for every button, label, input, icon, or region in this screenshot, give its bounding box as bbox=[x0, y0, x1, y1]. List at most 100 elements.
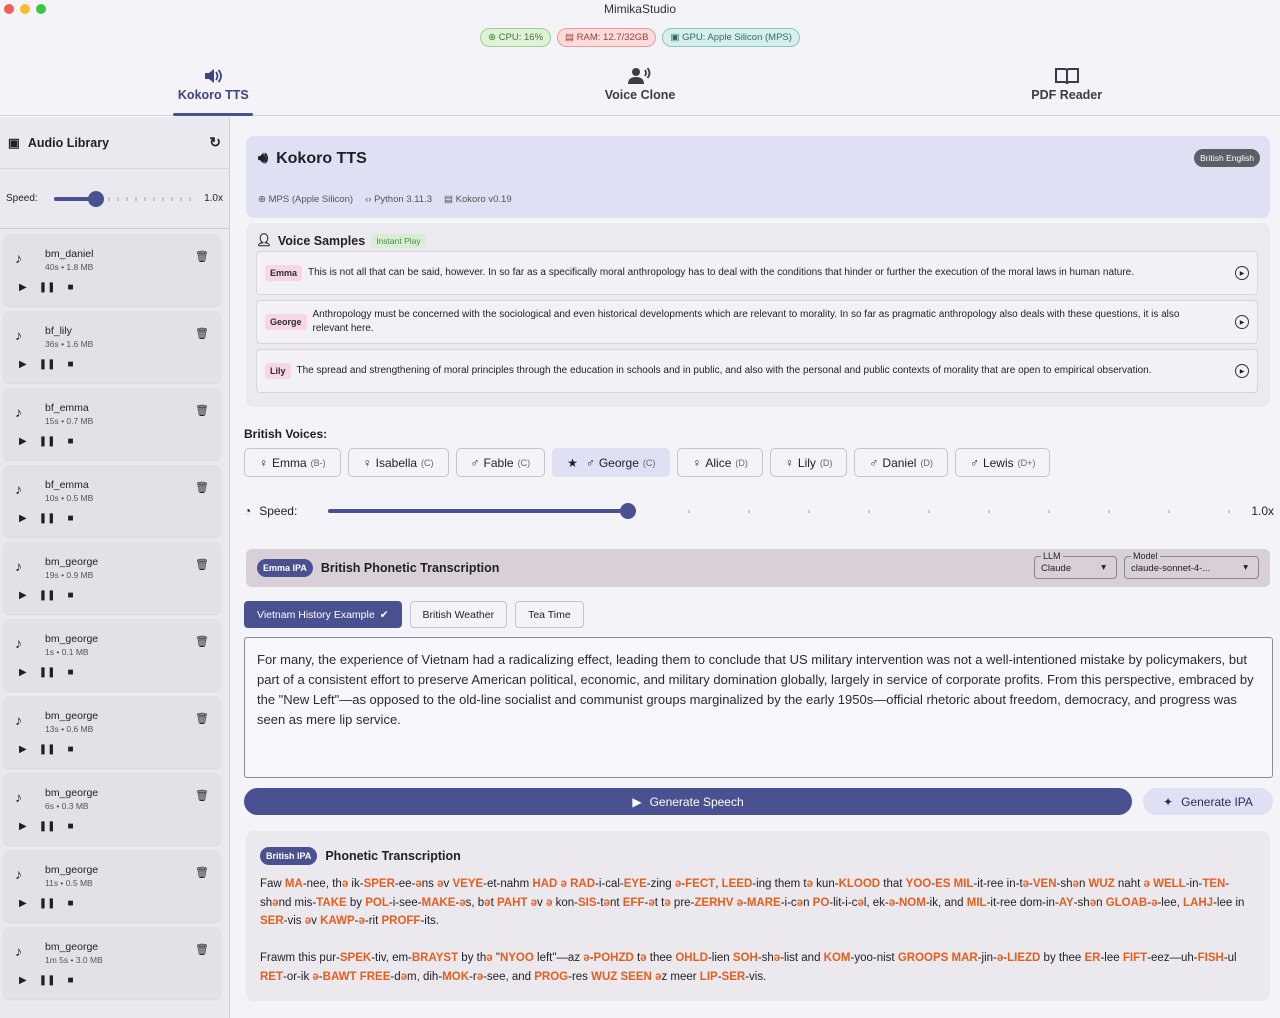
pause-icon[interactable]: ❚❚ bbox=[39, 436, 56, 447]
voice-button-lewis[interactable]: ♂ Lewis (D+) bbox=[954, 448, 1051, 477]
speed-slider-knob[interactable] bbox=[620, 503, 636, 519]
example-tab[interactable]: Vietnam History Example ✔ bbox=[244, 601, 402, 628]
pause-icon[interactable]: ❚❚ bbox=[39, 359, 56, 370]
sample-text: This is not all that can be said, howeve… bbox=[308, 267, 1135, 278]
library-item[interactable]: ♪ bm_george 11s • 0.5 MB 🗑︎ ▶ ❚❚ ■ bbox=[3, 850, 221, 922]
voice-button-fable[interactable]: ♂ Fable (C) bbox=[455, 448, 546, 477]
trash-icon[interactable]: 🗑︎ bbox=[195, 481, 209, 494]
library-item[interactable]: ♪ bm_george 1s • 0.1 MB 🗑︎ ▶ ❚❚ ■ bbox=[3, 619, 221, 691]
main-panel: 🔊︎ Kokoro TTS ⊕ MPS (Apple Silicon) ‹› Py… bbox=[231, 117, 1280, 1018]
input-text-area[interactable]: For many, the experience of Vietnam had … bbox=[244, 637, 1273, 778]
pause-icon[interactable]: ❚❚ bbox=[39, 667, 56, 678]
play-icon[interactable]: ▶ bbox=[19, 821, 27, 832]
refresh-icon[interactable]: ↻ bbox=[209, 134, 221, 151]
voice-name: Emma bbox=[272, 455, 307, 470]
music-note-icon: ♪ bbox=[15, 558, 22, 574]
pause-icon[interactable]: ❚❚ bbox=[39, 590, 56, 601]
library-item[interactable]: ♪ bm_daniel 40s • 1.8 MB 🗑︎ ▶ ❚❚ ■ bbox=[3, 234, 221, 306]
generate-ipa-button[interactable]: ✦ Generate IPA bbox=[1143, 788, 1273, 815]
gender-icon: ♀ bbox=[259, 455, 268, 470]
stop-icon[interactable]: ■ bbox=[67, 436, 73, 447]
example-tab[interactable]: Tea Time bbox=[515, 601, 584, 628]
trash-icon[interactable]: 🗑︎ bbox=[195, 327, 209, 340]
llm-dropdown[interactable]: LLM Claude ▾ bbox=[1034, 551, 1117, 579]
voice-sample-row: Lily The spread and strengthening of mora… bbox=[256, 349, 1258, 393]
voice-name: Daniel bbox=[882, 455, 917, 470]
zoom-window-button[interactable] bbox=[36, 4, 46, 14]
play-icon[interactable]: ▶ bbox=[19, 667, 27, 678]
library-item[interactable]: ♪ bm_george 6s • 0.3 MB 🗑︎ ▶ ❚❚ ■ bbox=[3, 773, 221, 845]
play-icon[interactable]: ▶ bbox=[19, 975, 27, 986]
close-window-button[interactable] bbox=[4, 4, 14, 14]
library-item[interactable]: ♪ bm_george 13s • 0.6 MB 🗑︎ ▶ ❚❚ ■ bbox=[3, 696, 221, 768]
voice-grade: (B-) bbox=[310, 457, 326, 468]
trash-icon[interactable]: 🗑︎ bbox=[195, 250, 209, 263]
speaker-badge: Lily bbox=[265, 363, 291, 379]
voice-button-alice[interactable]: ♀ Alice (D) bbox=[677, 448, 763, 477]
stop-icon[interactable]: ■ bbox=[67, 975, 73, 986]
tab-pdf-reader[interactable]: PDF Reader bbox=[853, 56, 1280, 115]
stop-icon[interactable]: ■ bbox=[67, 282, 73, 293]
trash-icon[interactable]: 🗑︎ bbox=[195, 789, 209, 802]
example-tab[interactable]: British Weather bbox=[409, 601, 508, 628]
voice-name: Lewis bbox=[982, 455, 1014, 470]
pause-icon[interactable]: ❚❚ bbox=[39, 975, 56, 986]
stop-icon[interactable]: ■ bbox=[67, 667, 73, 678]
model-dropdown[interactable]: Model claude-sonnet-4-... ▾ bbox=[1124, 551, 1259, 579]
stop-icon[interactable]: ■ bbox=[67, 821, 73, 832]
ipa-voice-pill: Emma IPA bbox=[257, 559, 313, 577]
voice-user-icon: 👤︎ bbox=[256, 233, 272, 247]
voice-sample-row: Emma This is not all that can be said, ho… bbox=[256, 251, 1258, 295]
library-item[interactable]: ♪ bf_emma 10s • 0.5 MB 🗑︎ ▶ ❚❚ ■ bbox=[3, 465, 221, 537]
library-item[interactable]: ♪ bm_george 19s • 0.9 MB 🗑︎ ▶ ❚❚ ■ bbox=[3, 542, 221, 614]
speaker-badge: George bbox=[265, 314, 307, 330]
library-speed-value: 1.0x bbox=[204, 193, 223, 204]
pause-icon[interactable]: ❚❚ bbox=[39, 513, 56, 524]
voice-button-lily[interactable]: ♀ Lily (D) bbox=[769, 448, 848, 477]
tab-voice-clone[interactable]: Voice Clone bbox=[427, 56, 854, 115]
play-icon[interactable]: ▶ bbox=[19, 898, 27, 909]
trash-icon[interactable]: 🗑︎ bbox=[195, 558, 209, 571]
play-circle-icon[interactable]: ▶ bbox=[1235, 266, 1249, 280]
trash-icon[interactable]: 🗑︎ bbox=[195, 943, 209, 956]
trash-icon[interactable]: 🗑︎ bbox=[195, 866, 209, 879]
play-icon[interactable]: ▶ bbox=[19, 590, 27, 601]
stop-icon[interactable]: ■ bbox=[67, 744, 73, 755]
library-speed-slider[interactable] bbox=[53, 190, 195, 207]
play-circle-icon[interactable]: ▶ bbox=[1235, 315, 1249, 329]
library-item[interactable]: ♪ bf_lily 36s • 1.6 MB 🗑︎ ▶ ❚❚ ■ bbox=[3, 311, 221, 383]
tab-kokoro-tts[interactable]: Kokoro TTS bbox=[0, 56, 427, 116]
pause-icon[interactable]: ❚❚ bbox=[39, 821, 56, 832]
pause-icon[interactable]: ❚❚ bbox=[39, 744, 56, 755]
stop-icon[interactable]: ■ bbox=[67, 513, 73, 524]
pause-icon[interactable]: ❚❚ bbox=[39, 282, 56, 293]
speaker-badge: Emma bbox=[265, 265, 303, 281]
play-circle-icon[interactable]: ▶ bbox=[1235, 364, 1249, 378]
voice-button-emma[interactable]: ♀ Emma (B-) bbox=[244, 448, 341, 477]
library-item[interactable]: ♪ bm_george 1m 5s • 3.0 MB 🗑︎ ▶ ❚❚ ■ bbox=[3, 927, 221, 999]
stop-icon[interactable]: ■ bbox=[67, 359, 73, 370]
library-item-name: bm_george bbox=[45, 787, 99, 799]
play-icon[interactable]: ▶ bbox=[19, 513, 27, 524]
voice-name: Alice bbox=[705, 455, 732, 470]
slider-knob[interactable] bbox=[87, 190, 104, 207]
play-icon[interactable]: ▶ bbox=[19, 282, 27, 293]
trash-icon[interactable]: 🗑︎ bbox=[195, 635, 209, 648]
voice-button-daniel[interactable]: ♂ Daniel (D) bbox=[854, 448, 948, 477]
minimize-window-button[interactable] bbox=[20, 4, 30, 14]
library-item[interactable]: ♪ bf_emma 15s • 0.7 MB 🗑︎ ▶ ❚❚ ■ bbox=[3, 388, 221, 460]
voice-button-george[interactable]: ★ ♂ George (C) bbox=[552, 448, 671, 477]
phonetic-panel: British IPA Phonetic Transcription Faw MA… bbox=[246, 831, 1270, 1001]
trash-icon[interactable]: 🗑︎ bbox=[195, 404, 209, 417]
pause-icon[interactable]: ❚❚ bbox=[39, 898, 56, 909]
stop-icon[interactable]: ■ bbox=[67, 898, 73, 909]
play-icon[interactable]: ▶ bbox=[19, 436, 27, 447]
play-icon[interactable]: ▶ bbox=[19, 359, 27, 370]
stop-icon[interactable]: ■ bbox=[67, 590, 73, 601]
play-icon[interactable]: ▶ bbox=[19, 744, 27, 755]
chevron-down-icon: ▾ bbox=[1101, 562, 1106, 573]
trash-icon[interactable]: 🗑︎ bbox=[195, 712, 209, 725]
main-tabs: Kokoro TTS Voice Clone PDF Reader bbox=[0, 56, 1280, 116]
generate-speech-button[interactable]: ▶ Generate Speech bbox=[244, 788, 1132, 815]
voice-button-isabella[interactable]: ♀ Isabella (C) bbox=[347, 448, 449, 477]
